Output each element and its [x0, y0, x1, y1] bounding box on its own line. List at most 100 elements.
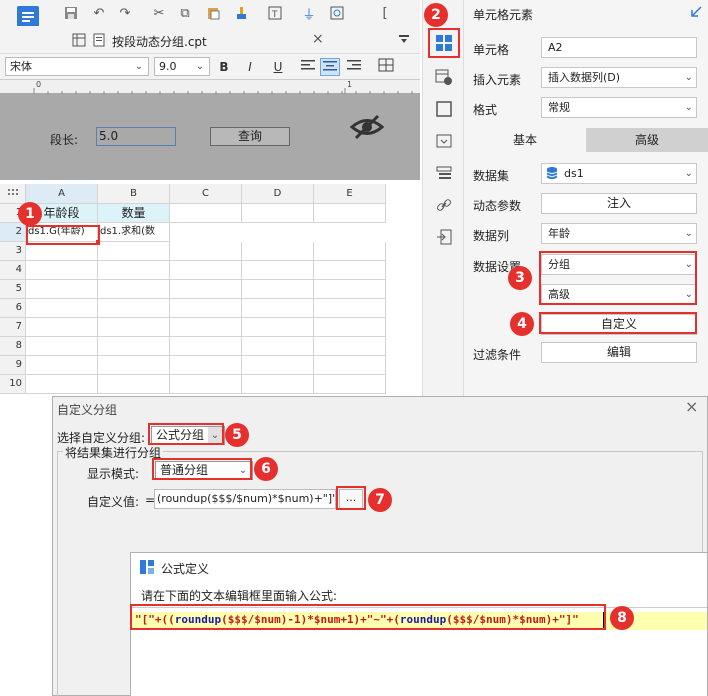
display-mode-label: 显示模式: [87, 467, 140, 481]
chevron-down-icon: ⌄ [195, 61, 205, 72]
cell-d1[interactable] [242, 204, 314, 223]
segment-length-input[interactable]: 5.0 [96, 127, 176, 146]
dataset-select[interactable]: ds1 ⌄ [541, 163, 697, 184]
italic-button[interactable]: I [240, 58, 260, 76]
format-bar: 宋体 ⌄ 9.0 ⌄ B I U [0, 54, 420, 80]
row-header-5[interactable]: 5 [0, 280, 26, 299]
custom-value-input[interactable]: (roundup($$$/$num)*$num)+"]" [154, 489, 336, 509]
segment-length-value: 5.0 [99, 129, 119, 143]
grid-lines [26, 242, 386, 394]
widget-icon[interactable] [431, 128, 457, 154]
chevron-down-icon: ⌄ [684, 168, 693, 179]
grid-icon [72, 33, 86, 47]
format-brush-icon[interactable] [232, 4, 250, 22]
column-header-d[interactable]: D [242, 184, 314, 204]
brace-icon[interactable]: [ [376, 4, 394, 22]
segment-length-label: 段长: [50, 133, 79, 147]
collapse-arrow-icon[interactable] [690, 6, 702, 18]
panel-title: 单元格元素 [473, 8, 534, 22]
cell-b2[interactable]: ds1.求和(数 [98, 223, 170, 242]
insert-label: 插入元素 [473, 73, 522, 87]
text-icon[interactable]: T [266, 4, 284, 22]
custom-value-text: (roundup($$$/$num)*$num)+"]" [157, 492, 336, 505]
row-header-9[interactable]: 9 [0, 356, 26, 375]
search-icon[interactable] [328, 4, 346, 22]
row-header-7[interactable]: 7 [0, 318, 26, 337]
save-icon[interactable] [62, 4, 80, 22]
bold-button[interactable]: B [214, 58, 234, 76]
row-header-2[interactable]: 2 [0, 223, 26, 242]
eye-hidden-icon[interactable] [349, 114, 385, 140]
file-icon [92, 33, 106, 47]
paste-icon[interactable] [204, 4, 222, 22]
column-header-e[interactable]: E [314, 184, 386, 204]
filter-edit-button[interactable]: 编辑 [541, 342, 697, 363]
condition-icon[interactable] [431, 160, 457, 186]
column-header-a[interactable]: A [26, 184, 98, 204]
insert-element-select[interactable]: 插入数据列(D) ⌄ [541, 67, 697, 88]
dynamic-param-label: 动态参数 [473, 199, 522, 213]
copy-icon[interactable]: ⧉ [176, 4, 194, 22]
fx-logo-icon [139, 559, 155, 575]
main-toolbar: ↶ ↷ ✂ ⧉ T ⏚ [ [0, 0, 420, 44]
export-icon[interactable] [431, 224, 457, 250]
cell-b1[interactable]: 数量 [98, 204, 170, 223]
row-header-4[interactable]: 4 [0, 261, 26, 280]
cell-c1[interactable] [170, 204, 242, 223]
step-marker-8: 8 [610, 606, 634, 630]
cell-input[interactable]: A2 [541, 37, 697, 58]
row-header-6[interactable]: 6 [0, 299, 26, 318]
formula-dialog-title: 公式定义 [161, 562, 210, 576]
column-header-b[interactable]: B [98, 184, 170, 204]
align-center-icon[interactable] [320, 58, 340, 76]
border-icon[interactable] [376, 58, 396, 76]
tab-basic[interactable]: 基本 [464, 128, 586, 152]
inject-button[interactable]: 注入 [541, 193, 697, 214]
ruler-mark-1: 1 [347, 80, 353, 89]
step-marker-6: 6 [254, 457, 278, 481]
custom-value-label: 自定义值: [87, 495, 140, 509]
ruler: 0 1 [0, 80, 420, 94]
data-setting-highlight [539, 251, 697, 305]
cell-e1[interactable] [314, 204, 386, 223]
tab-advanced[interactable]: 高级 [586, 128, 708, 152]
format-select[interactable]: 常规 ⌄ [541, 97, 697, 118]
filter-label: 过滤条件 [473, 348, 522, 362]
hyperlink-icon[interactable] [431, 192, 457, 218]
query-button[interactable]: 查询 [210, 127, 290, 146]
row-header-3[interactable]: 3 [0, 242, 26, 261]
menu-icon[interactable] [398, 34, 410, 46]
side-icon-bar [422, 0, 464, 400]
underline-button[interactable]: U [268, 58, 288, 76]
dialog-close-icon[interactable]: × [685, 397, 698, 416]
parameter-panel: 段长: 5.0 查询 [0, 94, 420, 180]
dialog-title: 自定义分组 [57, 403, 118, 417]
data-column-select[interactable]: 年龄 ⌄ [541, 223, 697, 244]
plug-icon[interactable]: ⏚ [300, 4, 318, 23]
border-style-icon[interactable] [431, 96, 457, 122]
formula-editor-button-highlight [336, 486, 366, 510]
corner-cell[interactable] [0, 184, 26, 204]
font-select[interactable]: 宋体 ⌄ [5, 57, 149, 76]
custom-button-highlight [539, 312, 697, 334]
align-right-icon[interactable] [344, 58, 364, 76]
font-size-select[interactable]: 9.0 ⌄ [154, 57, 210, 76]
cell-attribute-icon[interactable] [431, 64, 457, 90]
column-header-c[interactable]: C [170, 184, 242, 204]
group-result-section-title: 将结果集进行分组 [63, 444, 164, 461]
align-left-icon[interactable] [298, 58, 318, 76]
row-header-10[interactable]: 10 [0, 375, 26, 394]
step-marker-2: 2 [424, 3, 448, 27]
chevron-down-icon: ⌄ [684, 102, 693, 113]
data-column-label: 数据列 [473, 229, 510, 243]
close-tab-icon[interactable]: × [312, 31, 324, 47]
file-tab-name[interactable]: 按段动态分组.cpt [112, 33, 207, 50]
cell-label: 单元格 [473, 43, 510, 57]
chevron-down-icon: ⌄ [684, 72, 693, 83]
database-icon [546, 167, 558, 179]
redo-icon[interactable]: ↷ [116, 4, 134, 22]
undo-icon[interactable]: ↶ [90, 4, 108, 22]
row-header-8[interactable]: 8 [0, 337, 26, 356]
cut-icon[interactable]: ✂ [150, 4, 168, 22]
step-marker-7: 7 [368, 488, 392, 512]
